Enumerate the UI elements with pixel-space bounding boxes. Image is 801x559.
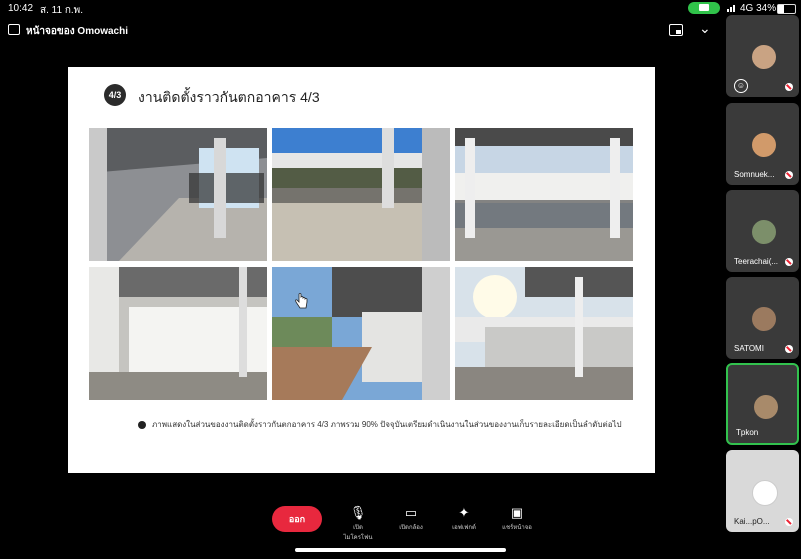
- call-controls: ออก 🎙 เปิด ไมโครโฟน ▭ เปิดกล้อง ✦ เอฟเฟก…: [272, 505, 572, 545]
- site-photo: [89, 267, 267, 400]
- slide-caption-text: ภาพแสดงในส่วนของงานติดตั้งราวกันตกอาคาร …: [152, 420, 622, 429]
- status-bar: 10:42 ส. 11 ก.พ. 4G 34%: [0, 0, 801, 18]
- pip-icon: [676, 30, 681, 34]
- site-photo: [455, 267, 633, 400]
- mic-off-icon: [785, 171, 793, 179]
- camera-label: เปิดกล้อง: [399, 525, 423, 531]
- hand-cursor-icon: [295, 293, 308, 309]
- avatar: [752, 220, 776, 244]
- battery-icon: [777, 4, 796, 14]
- signal-icon: [727, 5, 735, 12]
- avatar: [752, 45, 776, 69]
- mic-label: เปิด ไมโครโฟน: [343, 525, 373, 541]
- participant-name: Somnuek...: [734, 170, 775, 179]
- date: ส. 11 ก.พ.: [40, 5, 84, 16]
- shared-slide: 4/3 งานติดตั้งราวกันตกอาคาร 4/3 ภาพแสดงใ…: [68, 67, 655, 473]
- mic-off-icon: [785, 345, 793, 353]
- slide-title: งานติดตั้งราวกันตกอาคาร 4/3: [138, 89, 320, 105]
- reaction-icon[interactable]: ☺: [734, 79, 748, 93]
- participant-name: Tpkon: [736, 428, 759, 437]
- screen-share-icon: [8, 24, 20, 35]
- video-camera-icon: [699, 4, 709, 11]
- share-screen-button[interactable]: ▣ แชร์หน้าจอ: [497, 505, 537, 532]
- camera-button[interactable]: ▭ เปิดกล้อง: [391, 505, 431, 532]
- slide-badge: 4/3: [104, 84, 126, 106]
- participant-name: Kai...pO...: [734, 517, 770, 526]
- participant-tile[interactable]: ☺: [726, 15, 799, 97]
- picture-in-picture-button[interactable]: [669, 24, 683, 36]
- camera-off-icon: ▭: [404, 505, 418, 520]
- avatar: [752, 307, 776, 331]
- share-screen-icon: ▣: [510, 505, 524, 520]
- bullet-icon: [138, 420, 146, 429]
- mic-off-icon: [785, 83, 793, 91]
- mic-off-icon: 🎙: [349, 505, 367, 520]
- site-photo: [272, 267, 450, 400]
- clock: 10:42: [8, 3, 34, 14]
- site-photo: [89, 128, 267, 261]
- avatar: [752, 133, 776, 157]
- mic-off-icon: [785, 258, 793, 266]
- leave-button[interactable]: ออก: [272, 506, 322, 532]
- participant-tile[interactable]: SATOMI: [726, 277, 799, 359]
- participant-name: Teerachai(...: [734, 257, 779, 266]
- camera-in-use-indicator: [688, 2, 720, 14]
- participant-tile[interactable]: Teerachai(...: [726, 190, 799, 272]
- participant-tile[interactable]: Kai...pO...: [726, 450, 799, 532]
- shared-screen-title: หน้าจอของ Omowachi: [26, 26, 128, 37]
- participant-name: SATOMI: [734, 344, 764, 353]
- site-photo: [272, 128, 450, 261]
- effects-button[interactable]: ✦ เอฟเฟกต์: [444, 505, 484, 532]
- effects-label: เอฟเฟกต์: [452, 525, 476, 531]
- share-label: แชร์หน้าจอ: [502, 525, 532, 531]
- meeting-topbar: หน้าจอของ Omowachi ⌄: [0, 20, 722, 42]
- slide-caption: ภาพแสดงในส่วนของงานติดตั้งราวกันตกอาคาร …: [138, 418, 622, 431]
- battery-level: [778, 5, 784, 13]
- chevron-down-icon[interactable]: ⌄: [699, 20, 711, 37]
- home-indicator[interactable]: [295, 548, 506, 552]
- participant-tile-active-speaker[interactable]: Tpkon: [726, 363, 799, 445]
- participant-tile[interactable]: Somnuek...: [726, 103, 799, 185]
- avatar: [752, 480, 778, 506]
- network-status: 4G 34%: [740, 3, 777, 14]
- site-photo: [455, 128, 633, 261]
- avatar: [754, 395, 778, 419]
- mic-off-icon: [785, 518, 793, 526]
- sparkle-icon: ✦: [458, 505, 470, 520]
- photo-grid: [89, 128, 634, 400]
- mic-button[interactable]: 🎙 เปิด ไมโครโฟน: [338, 505, 378, 542]
